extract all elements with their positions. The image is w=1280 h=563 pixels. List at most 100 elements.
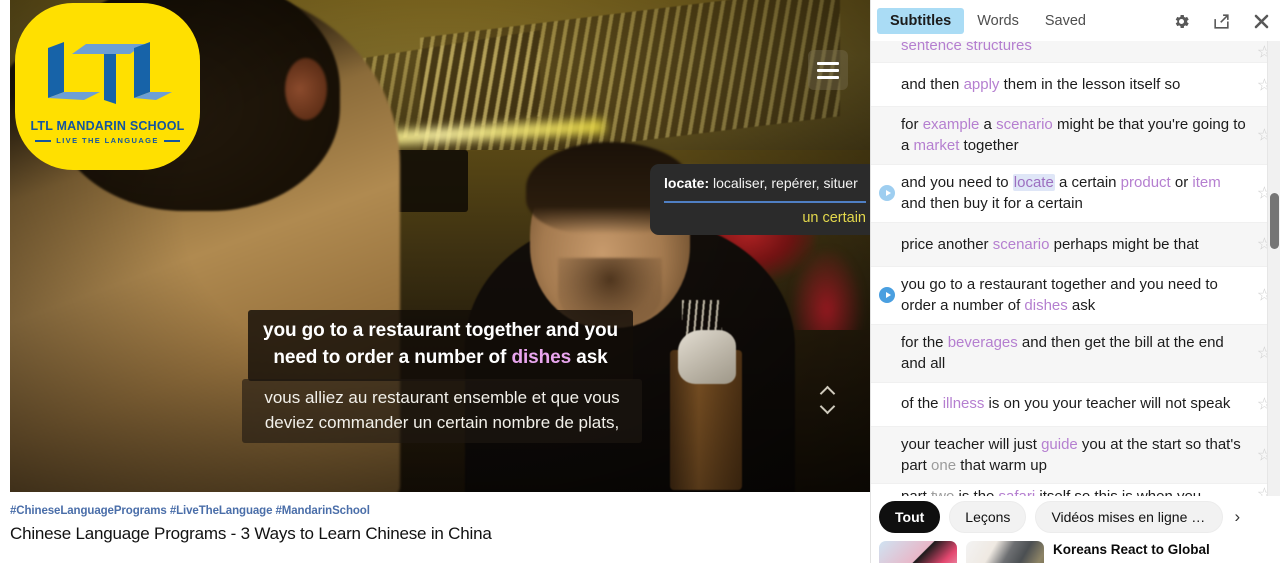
subtitle-plain-text: and you need to — [901, 173, 1013, 191]
subtitle-plain-text: itself so this is when you — [1035, 488, 1201, 496]
subtitle-plain-text: price another — [901, 235, 993, 253]
subtitle-row-text: sentence structures — [901, 41, 1246, 56]
chip-recent-videos[interactable]: Vidéos mises en ligne récem... — [1035, 501, 1224, 533]
play-segment-icon[interactable] — [879, 287, 895, 304]
word-translation-tooltip: locate: localiser, repérer, situer un ce… — [650, 164, 870, 235]
subtitle-plain-text: part — [901, 488, 931, 496]
subtitle-row-text: part two is the safari itself so this is… — [901, 486, 1246, 496]
tooltip-translations: localiser, repérer, situer — [709, 175, 858, 191]
close-icon[interactable] — [1252, 12, 1271, 31]
subtitle-plain-text: or — [1170, 173, 1193, 191]
subtitle-row[interactable]: your teacher will just guide you at the … — [871, 426, 1280, 485]
chevron-right-icon[interactable]: › — [1234, 507, 1240, 527]
tab-subtitles[interactable]: Subtitles — [877, 7, 965, 34]
vocabulary-word[interactable]: market — [914, 137, 960, 154]
subtitle-plain-text: a certain — [1054, 173, 1121, 191]
subtitle-plain-text: and then buy it for a certain — [901, 195, 1083, 213]
subtitle-plain-text: for — [901, 116, 923, 133]
subtitle-plain-text: perhaps might be that — [1049, 235, 1199, 253]
vocabulary-word[interactable]: sentence structures — [901, 41, 1032, 54]
ltl-logo-badge: LTL MANDARIN SCHOOL LIVE THE LANGUAGE — [15, 3, 200, 170]
app-root: LTL MANDARIN SCHOOL LIVE THE LANGUAGE lo… — [0, 0, 1280, 563]
subtitle-plain-text: ask — [1067, 297, 1096, 315]
subtitle-list-scrollbar[interactable] — [1267, 41, 1280, 496]
panel-tab-bar: Subtitles Words Saved — [871, 0, 1280, 41]
subtitle-row-text: for example a scenario might be that you… — [901, 114, 1246, 157]
vocabulary-word[interactable]: illness — [943, 395, 985, 412]
subtitle-list[interactable]: sentence structures ☆ and then apply them … — [871, 41, 1280, 496]
recommended-thumbnail[interactable] — [879, 541, 957, 563]
subtitle-row[interactable]: and then apply them in the lesson itself… — [871, 63, 1280, 107]
subtitle-row[interactable]: price another scenario perhaps might be … — [871, 222, 1280, 267]
subtitle-row[interactable]: of the illness is on you your teacher wi… — [871, 383, 1280, 427]
gear-icon[interactable] — [1172, 12, 1191, 31]
subtitle-row-text: your teacher will just guide you at the … — [901, 434, 1246, 477]
recommended-videos-row: Koreans React to Global — [871, 541, 1280, 563]
chip-lecons[interactable]: Leçons — [949, 501, 1027, 533]
vocabulary-word[interactable]: item — [1192, 174, 1220, 191]
vocabulary-word[interactable]: scenario — [996, 116, 1053, 133]
subtitle-row[interactable]: and you need to locate a certain product… — [871, 165, 1280, 223]
video-player[interactable]: LTL MANDARIN SCHOOL LIVE THE LANGUAGE lo… — [10, 0, 870, 492]
subtitle-plain-text: a — [979, 116, 997, 133]
vocabulary-word[interactable]: guide — [1041, 436, 1078, 453]
vocabulary-word[interactable]: dishes — [1024, 297, 1067, 314]
subtitle-plain-text: is the — [954, 488, 998, 496]
vocabulary-word[interactable]: one — [931, 457, 956, 474]
subtitle-plain-text: is on you your teacher will not speak — [984, 395, 1231, 413]
logo-tagline: LIVE THE LANGUAGE — [35, 136, 180, 145]
chevron-up-down-icon[interactable] — [816, 382, 838, 418]
subtitle-row[interactable]: you go to a restaurant together and you … — [871, 267, 1280, 325]
vocabulary-word[interactable]: scenario — [993, 236, 1050, 253]
vocabulary-word[interactable]: product — [1121, 174, 1171, 191]
subtitle-row-text: and you need to locate a certain product… — [901, 172, 1246, 215]
tooltip-word: locate: — [664, 175, 710, 191]
ltl-logo-mark — [47, 42, 172, 104]
tab-saved[interactable]: Saved — [1032, 8, 1099, 34]
subtitle-row[interactable]: for the beverages and then get the bill … — [871, 324, 1280, 383]
subtitle-row[interactable]: sentence structures ☆ — [871, 41, 1280, 63]
subtitle-plain-text: them in the lesson itself so — [999, 75, 1181, 93]
tab-words[interactable]: Words — [964, 8, 1032, 34]
subtitles-panel: Subtitles Words Saved sentence structure… — [870, 0, 1280, 563]
subtitle-row-text: price another scenario perhaps might be … — [901, 234, 1246, 255]
subtitle-en-highlight[interactable]: dishes — [511, 347, 571, 368]
vocabulary-word[interactable]: example — [923, 116, 980, 133]
subtitle-plain-text: for the — [901, 333, 948, 351]
logo-tagline-text: LIVE THE LANGUAGE — [56, 136, 159, 145]
hamburger-menu-icon[interactable] — [808, 50, 848, 90]
filter-chip-bar: Tout Leçons Vidéos mises en ligne récem.… — [871, 497, 1280, 537]
panel-icon-group — [1172, 12, 1271, 31]
tooltip-definition-line: locate: localiser, repérer, situer — [664, 175, 866, 193]
subtitle-row-text: you go to a restaurant together and you … — [901, 274, 1246, 317]
subtitle-plain-text: of the — [901, 395, 943, 413]
vocabulary-word[interactable]: beverages — [948, 334, 1018, 351]
scrollbar-thumb[interactable] — [1270, 193, 1279, 249]
video-meta: #ChineseLanguagePrograms #LiveTheLanguag… — [10, 505, 710, 544]
chip-tout[interactable]: Tout — [879, 501, 941, 533]
subtitle-en-after: ask — [571, 346, 608, 368]
subtitle-row[interactable]: for example a scenario might be that you… — [871, 107, 1280, 165]
tooltip-context: un certain — [802, 209, 866, 226]
subtitle-plain-text: your teacher will just — [901, 435, 1042, 453]
subtitle-plain-text: together — [959, 137, 1019, 155]
share-icon[interactable] — [1212, 12, 1231, 31]
vocabulary-word[interactable]: locate — [1012, 173, 1055, 191]
subtitle-overlay-english[interactable]: you go to a restaurant together and you … — [248, 310, 633, 381]
recommended-thumbnail[interactable] — [966, 541, 1044, 563]
subtitle-overlay-french[interactable]: vous alliez au restaurant ensemble et qu… — [242, 379, 642, 444]
subtitle-plain-text: and then — [901, 75, 964, 93]
subtitle-plain-text: that warm up — [956, 456, 1047, 474]
vocabulary-word[interactable]: two — [931, 488, 954, 496]
vocabulary-word[interactable]: apply — [964, 76, 1000, 93]
logo-title: LTL MANDARIN SCHOOL — [30, 119, 185, 133]
video-hashtags[interactable]: #ChineseLanguagePrograms #LiveTheLanguag… — [10, 505, 710, 517]
video-column: LTL MANDARIN SCHOOL LIVE THE LANGUAGE lo… — [0, 0, 870, 563]
play-segment-icon[interactable] — [879, 185, 895, 202]
tooltip-divider — [664, 200, 866, 203]
subtitle-row[interactable]: part two is the safari itself so this is… — [871, 484, 1280, 496]
subtitle-row-text: for the beverages and then get the bill … — [901, 332, 1246, 375]
vocabulary-word[interactable]: safari — [999, 488, 1036, 496]
recommended-video-title[interactable]: Koreans React to Global — [1053, 541, 1210, 559]
subtitle-row-text: and then apply them in the lesson itself… — [901, 74, 1246, 95]
